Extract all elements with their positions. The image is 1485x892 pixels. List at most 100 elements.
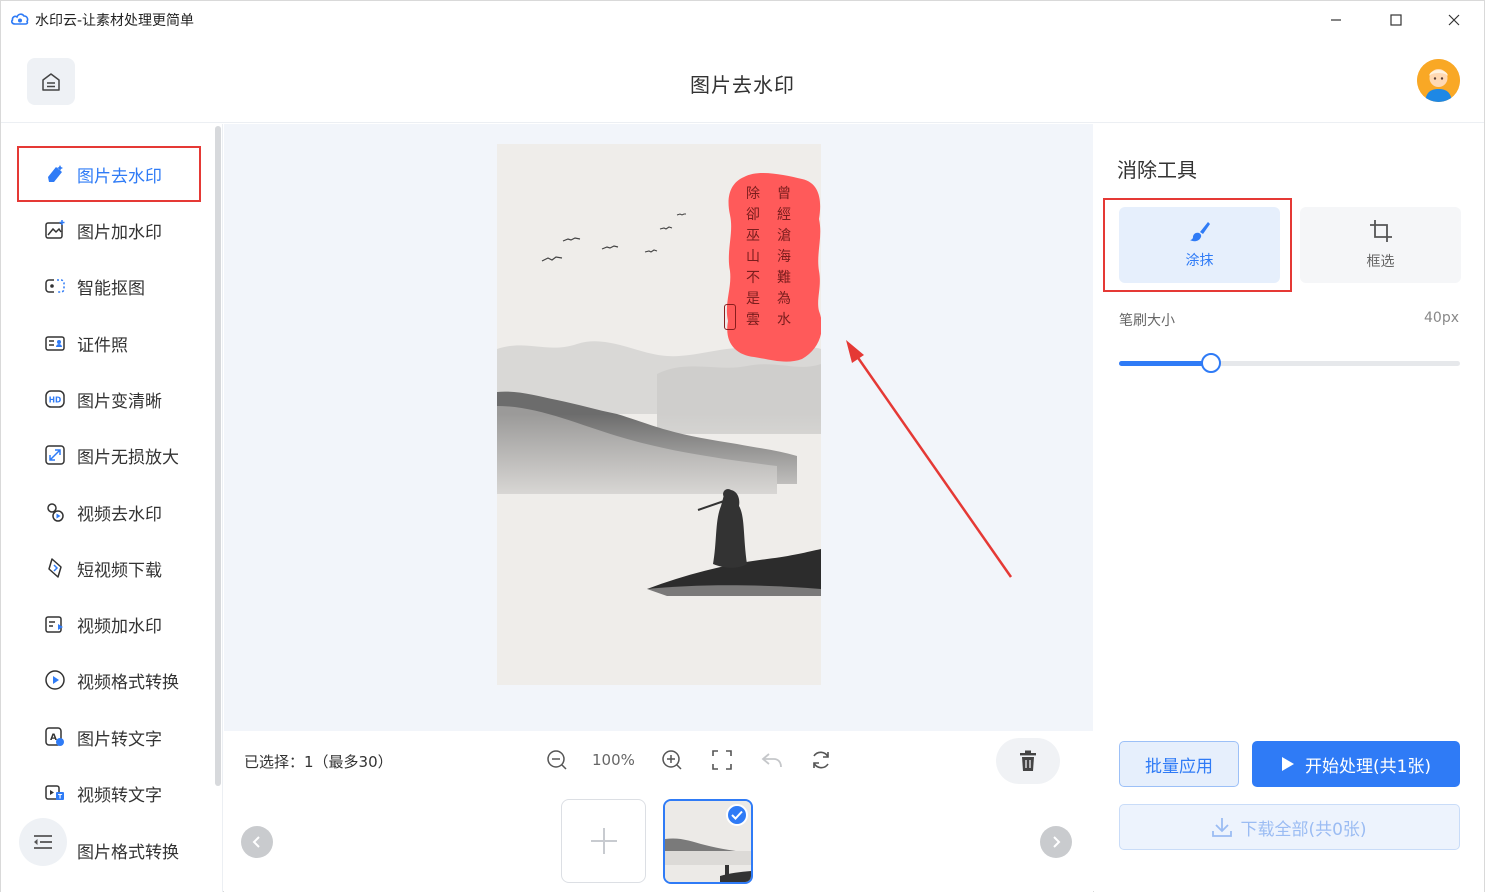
zoom-level: 100% [592, 751, 635, 769]
calligraphy-col1: 曾經滄海難為水 [777, 186, 791, 328]
sidebar-item-label: 视频转文字 [77, 785, 162, 806]
sidebar-item-label: 图片格式转换 [77, 842, 179, 863]
select-tool-button[interactable]: 框选 [1300, 207, 1461, 283]
close-button[interactable] [1424, 1, 1484, 38]
start-processing-label: 开始处理(共1张) [1304, 756, 1432, 777]
sidebar-item-video-watermark-add[interactable]: 视频加水印 [17, 596, 201, 652]
trash-icon [1020, 750, 1036, 771]
play-icon [1281, 757, 1294, 771]
chevron-right-icon [1053, 836, 1061, 848]
minimize-button[interactable] [1306, 1, 1366, 38]
sidebar-item-video-watermark-remove[interactable]: 视频去水印 [17, 484, 201, 540]
sidebar-item-label: 图片去水印 [77, 166, 162, 187]
cutout-icon [43, 274, 67, 298]
eraser-icon [43, 162, 67, 186]
sidebar-scrollbar[interactable] [215, 126, 221, 786]
sidebar-item-label: 短视频下载 [77, 560, 162, 581]
image-canvas[interactable]: 曾經滄海難為水 除卻巫山不是雲 [224, 124, 1093, 731]
enlarge-icon [43, 443, 67, 467]
plus-icon [590, 828, 617, 854]
page-title: 图片去水印 [690, 73, 795, 97]
sidebar-collapse-button[interactable] [19, 818, 67, 866]
avatar-icon [1417, 59, 1460, 102]
video-eraser-icon [43, 500, 67, 524]
select-tool-label: 框选 [1366, 254, 1395, 270]
thumbnail-strip [224, 791, 1093, 892]
brush-size-value: 40px [1424, 310, 1459, 326]
sidebar-item-label: 智能抠图 [77, 278, 145, 299]
sidebar-item-label: 图片转文字 [77, 729, 162, 750]
chevron-left-icon [252, 836, 260, 848]
fit-screen-button[interactable] [709, 747, 735, 773]
sidebar-item-id-photo[interactable]: 证件照 [17, 315, 201, 371]
video-download-icon [43, 556, 67, 580]
sidebar-item-video-format-convert[interactable]: 视频格式转换 [17, 652, 201, 708]
crop-icon [1369, 220, 1392, 242]
undo-icon [761, 753, 782, 768]
refresh-icon [813, 751, 829, 769]
video-ocr-icon: T [43, 781, 67, 805]
panel-title: 消除工具 [1117, 158, 1197, 182]
prev-thumbnail-button[interactable] [241, 826, 273, 858]
zoom-in-button[interactable] [659, 747, 685, 773]
brush-tool-label: 涂抹 [1185, 253, 1214, 269]
svg-text:HD: HD [49, 396, 62, 405]
brush-mask-overlay [726, 173, 821, 362]
next-thumbnail-button[interactable] [1040, 826, 1072, 858]
window-title: 水印云-让素材处理更简单 [35, 13, 195, 29]
zoom-out-icon [547, 750, 567, 770]
download-all-label: 下载全部(共0张) [1240, 819, 1367, 840]
annotation-arrow [846, 340, 1013, 578]
selected-check [726, 804, 748, 826]
minimize-icon [1331, 18, 1341, 21]
sidebar-item-image-sharpen[interactable]: HD 图片变清晰 [17, 371, 201, 427]
maximize-icon [1390, 13, 1402, 26]
reset-button[interactable] [808, 747, 834, 773]
sidebar-item-short-video-download[interactable]: 短视频下载 [17, 540, 201, 596]
sidebar: 图片去水印 图片加水印 智能抠图 证件照 HD 图片变清晰 图片无损放大 视频去… [1, 124, 223, 892]
fullscreen-icon [712, 750, 732, 770]
close-icon [1448, 14, 1460, 25]
sidebar-item-label: 视频加水印 [77, 616, 162, 637]
image-add-icon [43, 218, 67, 242]
brush-icon [1189, 222, 1210, 242]
undo-button[interactable] [759, 747, 785, 773]
brush-tool-button[interactable]: 涂抹 [1119, 207, 1280, 283]
preview-image[interactable]: 曾經滄海難為水 除卻巫山不是雲 [497, 144, 821, 685]
sidebar-item-label: 证件照 [77, 335, 128, 356]
page-header: 图片去水印 [1, 38, 1484, 123]
sidebar-item-image-enlarge[interactable]: 图片无损放大 [17, 427, 201, 483]
sidebar-item-smart-cutout[interactable]: 智能抠图 [17, 258, 201, 314]
brush-size-slider[interactable] [1119, 353, 1460, 373]
zoom-out-button[interactable] [544, 747, 570, 773]
seal-stamp [724, 304, 736, 330]
app-logo-icon [11, 13, 29, 25]
image-ocr-icon: A [43, 725, 67, 749]
checkmark-icon [731, 810, 743, 820]
slider-fill [1119, 361, 1212, 366]
video-convert-icon [43, 668, 67, 692]
canvas-toolbar: 已选择：1（最多30） 100% [224, 731, 1093, 791]
slider-handle[interactable] [1201, 353, 1222, 373]
title-bar: 水印云-让素材处理更简单 [1, 1, 1484, 38]
add-image-button[interactable] [561, 799, 646, 883]
delete-button[interactable] [996, 738, 1060, 784]
video-add-icon [43, 612, 67, 636]
sidebar-item-image-to-text[interactable]: A 图片转文字 [17, 709, 201, 765]
zoom-in-icon [662, 750, 682, 770]
batch-apply-button[interactable]: 批量应用 [1119, 741, 1239, 787]
image-thumbnail[interactable] [663, 799, 753, 884]
menu-collapse-icon [34, 835, 52, 849]
selection-count: 已选择：1（最多30） [244, 753, 393, 771]
user-avatar[interactable] [1417, 59, 1460, 102]
download-icon [1212, 818, 1233, 837]
tool-panel: 消除工具 涂抹 框选 笔刷大小 40px 批量应用 开始处理(共1张) 下载全部… [1094, 124, 1484, 892]
sidebar-item-video-to-text[interactable]: T 视频转文字 [17, 765, 201, 821]
maximize-button[interactable] [1366, 1, 1426, 38]
sidebar-item-image-watermark-remove[interactable]: 图片去水印 [17, 146, 201, 202]
sidebar-item-image-watermark-add[interactable]: 图片加水印 [17, 202, 201, 258]
start-processing-button[interactable]: 开始处理(共1张) [1252, 741, 1460, 787]
download-all-button[interactable]: 下载全部(共0张) [1119, 804, 1460, 850]
calligraphy-col2: 除卻巫山不是雲 [746, 186, 760, 328]
id-photo-icon [43, 331, 67, 355]
